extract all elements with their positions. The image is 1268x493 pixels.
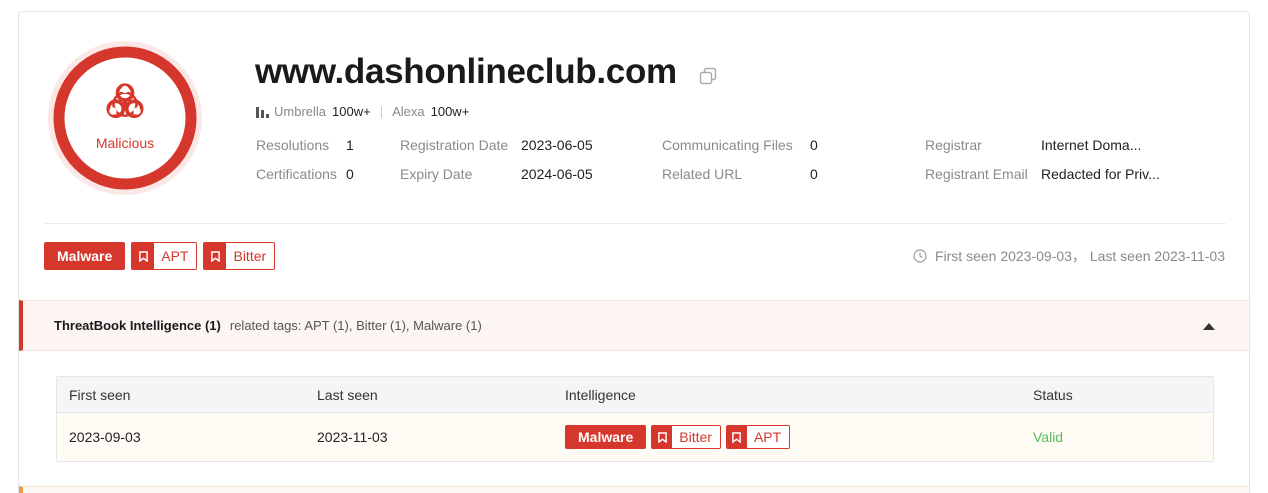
- meta-value: 2024-06-05: [521, 166, 593, 182]
- meta-value: Internet Doma...: [1041, 137, 1142, 153]
- intel-related-tags: related tags: APT (1), Bitter (1), Malwa…: [229, 318, 482, 333]
- meta-value: 0: [810, 166, 818, 182]
- intel-title: ThreatBook Intelligence (1): [54, 318, 221, 333]
- verdict-badge: Malicious: [47, 40, 203, 196]
- row-tag-list: Malware Bitter APT: [565, 425, 791, 449]
- col-intelligence: Intelligence: [565, 386, 636, 403]
- seen-text: First seen 2023-09-03， Last seen 2023-11…: [934, 248, 1225, 264]
- tag-apt[interactable]: APT: [725, 425, 791, 449]
- meta-value: 2023-06-05: [521, 137, 593, 153]
- tag-bitter[interactable]: Bitter: [651, 425, 721, 449]
- meta-value: Redacted for Priv...: [1041, 166, 1160, 182]
- rank-umbrella-value: 100w+: [332, 104, 371, 119]
- bookmark-icon: [132, 243, 155, 269]
- tag-label: APT: [154, 243, 197, 269]
- bookmark-icon: [726, 426, 747, 448]
- meta-registrar: Registrar Internet Doma...: [925, 137, 1141, 153]
- col-first-seen: First seen: [69, 386, 131, 403]
- row-first-seen: 2023-09-03: [69, 429, 141, 445]
- meta-label: Certifications: [256, 166, 337, 182]
- tag-label: Bitter: [672, 426, 720, 448]
- meta-label: Registrant Email: [925, 166, 1028, 182]
- meta-certifications[interactable]: Certifications 0: [256, 166, 354, 182]
- meta-resolutions[interactable]: Resolutions 1: [256, 137, 354, 153]
- divider: [44, 223, 1226, 224]
- meta-label: Registration Date: [400, 137, 509, 153]
- domain-report-card: Malicious www.dashonlineclub.com Umbrell…: [18, 11, 1250, 493]
- row-last-seen: 2023-11-03: [317, 429, 388, 445]
- seen-range: First seen 2023-09-03， Last seen 2023-11…: [913, 246, 1225, 266]
- meta-value: 1: [346, 137, 354, 153]
- biohazard-icon: [106, 83, 144, 119]
- row-status: Valid: [1033, 429, 1064, 445]
- meta-value: 0: [346, 166, 354, 182]
- rank-alexa-label: Alexa: [392, 104, 425, 119]
- meta-label: Resolutions: [256, 137, 330, 153]
- col-last-seen: Last seen: [317, 386, 378, 403]
- meta-label: Communicating Files: [662, 137, 793, 153]
- rank-alexa-value: 100w+: [430, 104, 470, 119]
- domain-title: www.dashonlineclub.com: [255, 52, 677, 91]
- verdict-label: Malicious: [95, 135, 155, 151]
- intel-section-header[interactable]: ThreatBook Intelligence (1) related tags…: [19, 300, 1249, 351]
- rank-row: Umbrella 100w+ | Alexa 100w+: [256, 104, 469, 119]
- intel-table: First seen Last seen Intelligence Status…: [56, 376, 1214, 462]
- bar-chart-icon: [256, 106, 269, 118]
- copy-icon[interactable]: [699, 67, 717, 85]
- tag-malware[interactable]: Malware: [565, 425, 647, 449]
- tag-apt[interactable]: APT: [131, 242, 198, 270]
- collapse-caret-icon[interactable]: [1203, 323, 1215, 330]
- meta-communicating-files[interactable]: Communicating Files 0: [662, 137, 818, 153]
- meta-label: Related URL: [662, 166, 743, 182]
- title-row: www.dashonlineclub.com: [255, 52, 717, 92]
- next-section-header[interactable]: [19, 486, 1249, 493]
- tag-label: Bitter: [226, 243, 275, 269]
- table-header: First seen Last seen Intelligence Status: [57, 377, 1213, 413]
- table-row: 2023-09-03 2023-11-03 Malware Bitter APT…: [57, 413, 1213, 461]
- tag-list: Malware APT Bitter: [44, 242, 276, 270]
- meta-label: Expiry Date: [400, 166, 473, 182]
- meta-registration-date: Registration Date 2023-06-05: [400, 137, 593, 153]
- tag-bitter[interactable]: Bitter: [203, 242, 276, 270]
- bookmark-icon: [204, 243, 227, 269]
- meta-value: 0: [810, 137, 818, 153]
- meta-related-url[interactable]: Related URL 0: [662, 166, 818, 182]
- meta-registrant-email: Registrant Email Redacted for Priv...: [925, 166, 1160, 182]
- col-status: Status: [1033, 386, 1073, 403]
- meta-label: Registrar: [925, 137, 982, 153]
- bookmark-icon: [652, 426, 673, 448]
- row-intelligence: Malware Bitter APT: [565, 413, 791, 461]
- rank-separator: |: [379, 104, 384, 119]
- rank-umbrella-label: Umbrella: [274, 104, 327, 119]
- tag-label: APT: [746, 426, 790, 448]
- clock-icon: [913, 249, 927, 263]
- tag-malware[interactable]: Malware: [44, 242, 126, 270]
- meta-expiry-date: Expiry Date 2024-06-05: [400, 166, 593, 182]
